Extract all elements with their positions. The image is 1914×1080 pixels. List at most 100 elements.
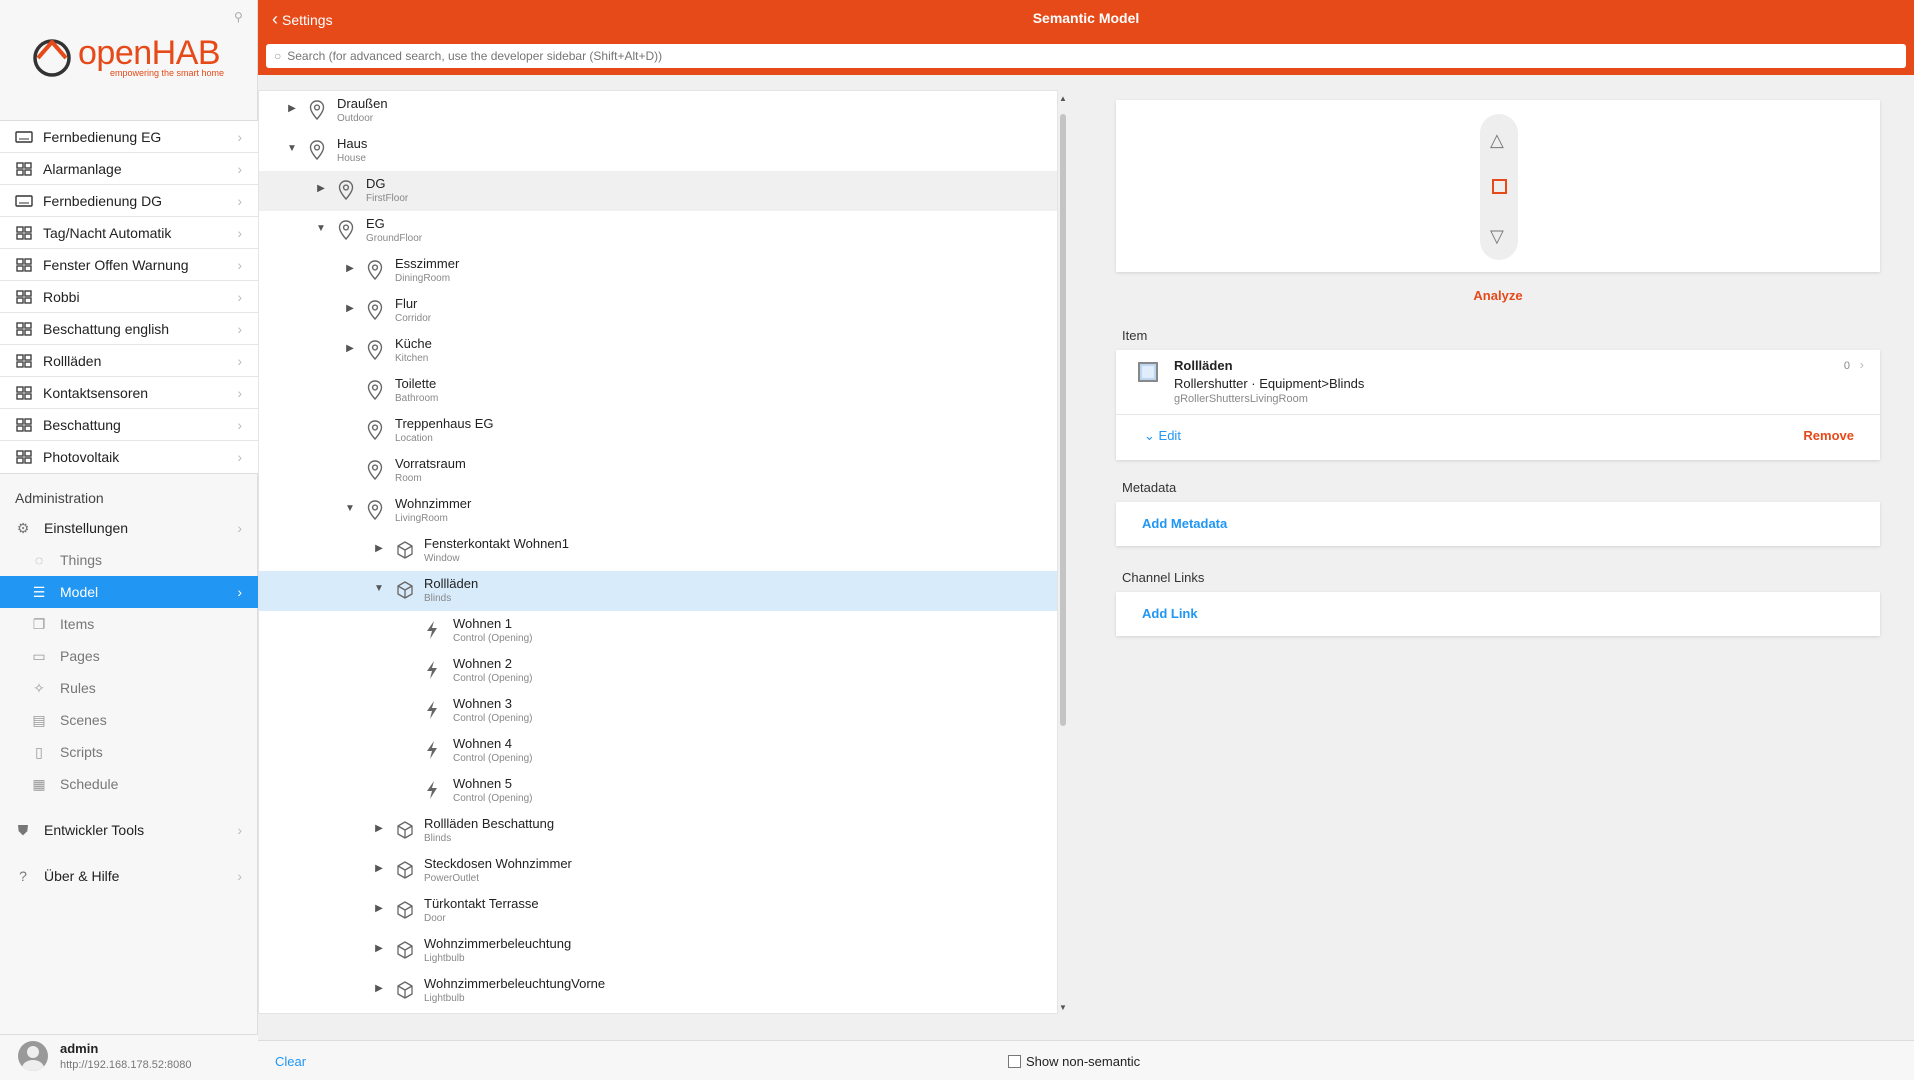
down-arrow-icon[interactable]: ▽ xyxy=(1490,226,1504,247)
tree-node[interactable]: ▶ Wohnzimmerbeleuchtung Lightbulb xyxy=(259,931,1057,971)
collapse-arrow-icon[interactable]: ▼ xyxy=(374,583,384,594)
calendar-icon: ▦ xyxy=(32,775,46,792)
pin-icon[interactable]: ⚲ xyxy=(234,10,243,24)
tree-node[interactable]: Toilette Bathroom xyxy=(259,371,1057,411)
chevron-right-icon: › xyxy=(237,256,242,273)
tree-node[interactable]: ▼ Rollläden Blinds xyxy=(259,571,1057,611)
expand-arrow-icon[interactable]: ▶ xyxy=(345,303,355,314)
expand-arrow-icon[interactable]: ▶ xyxy=(374,863,384,874)
remove-button[interactable]: Remove xyxy=(1803,428,1854,443)
clear-button[interactable]: Clear xyxy=(275,1054,306,1069)
page-item[interactable]: Photovoltaik › xyxy=(0,441,258,473)
page-item[interactable]: Beschattung english › xyxy=(0,313,258,345)
tree-node[interactable]: ▼ EG GroundFloor xyxy=(259,211,1057,251)
expand-arrow-icon[interactable]: ▶ xyxy=(374,943,384,954)
scroll-up-arrow[interactable]: ▲ xyxy=(1058,94,1068,103)
add-link-button[interactable]: Add Link xyxy=(1142,606,1198,621)
scroll-thumb[interactable] xyxy=(1060,114,1066,726)
lightbulb-icon: ◌ xyxy=(34,552,44,568)
expand-arrow-icon[interactable]: ▶ xyxy=(374,983,384,994)
expand-arrow-icon[interactable]: ▶ xyxy=(374,903,384,914)
page-item[interactable]: Fernbedienung DG › xyxy=(0,185,258,217)
page-item[interactable]: Fenster Offen Warnung › xyxy=(0,249,258,281)
scroll-down-arrow[interactable]: ▼ xyxy=(1058,1003,1068,1012)
page-item[interactable]: Kontaktsensoren › xyxy=(0,377,258,409)
tree-node[interactable]: ▶ Fensterkontakt Wohnen1 Window xyxy=(259,531,1057,571)
page-item[interactable]: Rollläden › xyxy=(0,345,258,377)
stop-icon[interactable] xyxy=(1492,179,1507,194)
page-item[interactable]: Tag/Nacht Automatik › xyxy=(0,217,258,249)
tree-node[interactable]: ▶ DG FirstFloor xyxy=(259,171,1057,211)
edit-button[interactable]: ⌄ Edit xyxy=(1144,428,1181,444)
grid-icon xyxy=(14,257,34,272)
menu-item-scenes[interactable]: ▤ Scenes xyxy=(0,704,258,736)
tree-node[interactable]: ▶ WohnzimmerbeleuchtungVorne Lightbulb xyxy=(259,971,1057,1011)
bolt-icon xyxy=(425,620,443,640)
expand-arrow-icon[interactable]: ▶ xyxy=(287,103,297,114)
tree-node[interactable]: ▼ Haus House xyxy=(259,131,1057,171)
up-arrow-icon[interactable]: △ xyxy=(1490,130,1504,151)
menu-item-rules[interactable]: ✧ Rules xyxy=(0,672,258,704)
tree-node[interactable]: ▶ Steckdosen Wohnzimmer PowerOutlet xyxy=(259,851,1057,891)
menu-item-items[interactable]: ❐ Items xyxy=(0,608,258,640)
search-bar[interactable]: ○ xyxy=(266,44,1906,68)
tree-node[interactable]: Wohnen 5 Control (Opening) xyxy=(259,771,1057,811)
tree-node[interactable]: ▶ Küche Kitchen xyxy=(259,331,1057,371)
menu-item-settings[interactable]: ⚙ Einstellungen › xyxy=(0,512,258,544)
tree-node[interactable]: ▶ Flur Corridor xyxy=(259,291,1057,331)
tree-node-subtitle: LivingRoom xyxy=(395,513,448,524)
page-item[interactable]: Fernbedienung EG › xyxy=(0,121,258,153)
show-non-semantic-label[interactable]: Show non-semantic xyxy=(1026,1054,1140,1069)
menu-item-schedule[interactable]: ▦ Schedule xyxy=(0,768,258,800)
tree-node[interactable]: Wohnen 3 Control (Opening) xyxy=(259,691,1057,731)
openhab-logo[interactable]: openHAB empowering the smart home xyxy=(30,30,230,90)
tree-node[interactable]: ▶ Rollläden Beschattung Blinds xyxy=(259,811,1057,851)
menu-item-things[interactable]: ◌ Things xyxy=(0,544,258,576)
page-item[interactable]: Alarmanlage › xyxy=(0,153,258,185)
tree-node[interactable]: Vorratsraum Room xyxy=(259,451,1057,491)
add-metadata-button[interactable]: Add Metadata xyxy=(1142,516,1227,531)
collapse-arrow-icon[interactable]: ▼ xyxy=(316,223,326,234)
analyze-button[interactable]: Analyze xyxy=(1116,288,1880,303)
tree-node-label: Vorratsraum xyxy=(395,456,466,471)
menu-item-dev-tools[interactable]: ⛊ Entwickler Tools › xyxy=(0,814,258,846)
tree-node[interactable]: ▶ Türkontakt Terrasse Door xyxy=(259,891,1057,931)
search-input[interactable] xyxy=(287,49,1868,63)
page-item-label: Fernbedienung EG xyxy=(43,128,162,145)
page-item[interactable]: Robbi › xyxy=(0,281,258,313)
expand-arrow-icon[interactable]: ▶ xyxy=(316,183,326,194)
tree-node[interactable]: Wohnen 1 Control (Opening) xyxy=(259,611,1057,651)
tree-scrollbar[interactable]: ▲ ▼ xyxy=(1058,92,1068,1012)
tree-node-label: Steckdosen Wohnzimmer xyxy=(424,856,572,871)
collapse-arrow-icon[interactable]: ▼ xyxy=(287,143,297,154)
tree-node[interactable]: Wohnen 2 Control (Opening) xyxy=(259,651,1057,691)
tree-node-subtitle: DiningRoom xyxy=(395,273,451,284)
page-item[interactable]: Beschattung › xyxy=(0,409,258,441)
admin-menu: ⚙ Einstellungen › ◌ Things ☰ Model › ❐ I… xyxy=(0,512,258,892)
expand-arrow-icon[interactable]: ▶ xyxy=(345,263,355,274)
channel-links-section-title: Channel Links xyxy=(1122,570,1205,585)
menu-item-pages[interactable]: ▭ Pages xyxy=(0,640,258,672)
chevron-right-icon: › xyxy=(237,520,242,536)
tree-node[interactable]: ▶ Draußen Outdoor xyxy=(259,91,1057,131)
user-profile[interactable]: admin http://192.168.178.52:8080 xyxy=(0,1034,258,1080)
expand-arrow-icon[interactable]: ▶ xyxy=(374,823,384,834)
tree-node[interactable]: ▶ Esszimmer DiningRoom xyxy=(259,251,1057,291)
tree-node[interactable]: ▼ Wohnzimmer LivingRoom xyxy=(259,491,1057,531)
equipment-cube-icon xyxy=(396,940,414,960)
menu-item-scripts[interactable]: ▯ Scripts xyxy=(0,736,258,768)
expand-arrow-icon[interactable]: ▶ xyxy=(345,343,355,354)
show-non-semantic-checkbox[interactable] xyxy=(1008,1055,1021,1068)
tree-node[interactable]: Treppenhaus EG Location xyxy=(259,411,1057,451)
chevron-right-icon[interactable]: › xyxy=(1860,357,1864,372)
expand-arrow-icon[interactable]: ▶ xyxy=(374,543,384,554)
menu-item-help[interactable]: ? Über & Hilfe › xyxy=(0,860,258,892)
collapse-arrow-icon[interactable]: ▼ xyxy=(345,503,355,514)
menu-item-label: Scenes xyxy=(60,712,107,728)
menu-item-model[interactable]: ☰ Model › xyxy=(0,576,258,608)
tree-node[interactable]: Wohnen 4 Control (Opening) xyxy=(259,731,1057,771)
metadata-card: Add Metadata xyxy=(1116,502,1880,546)
tree-node-label: Fensterkontakt Wohnen1 xyxy=(424,536,570,551)
tree-node-subtitle: Lightbulb xyxy=(424,953,465,964)
grid-icon xyxy=(14,321,34,336)
